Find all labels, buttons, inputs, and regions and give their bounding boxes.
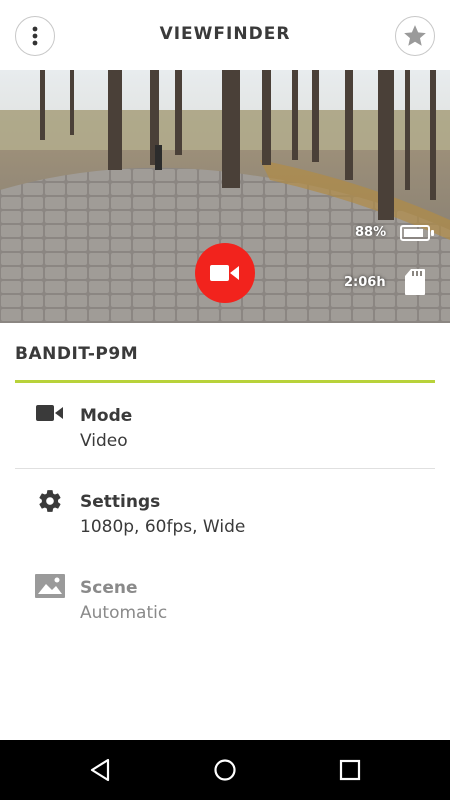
mode-value: Video	[80, 431, 128, 451]
record-button[interactable]	[195, 243, 255, 303]
mode-label: Mode	[80, 406, 133, 426]
system-nav-bar	[0, 740, 450, 800]
mode-row[interactable]: Mode Video	[0, 388, 450, 468]
record-time-remaining: 2:06h	[344, 275, 386, 290]
viewfinder-preview[interactable]: 88% 2:06h	[0, 70, 450, 323]
settings-value: 1080p, 60fps, Wide	[80, 517, 246, 537]
gear-icon	[39, 490, 61, 512]
app-header: VIEWFINDER	[0, 0, 450, 70]
scene-label: Scene	[80, 578, 138, 598]
battery-icon	[400, 225, 434, 241]
back-button[interactable]	[84, 754, 116, 786]
scene-row[interactable]: Scene Automatic	[0, 560, 450, 640]
star-icon	[404, 25, 426, 46]
page-title: VIEWFINDER	[159, 24, 291, 44]
accent-divider	[15, 380, 435, 383]
videocam-icon	[210, 265, 239, 281]
image-icon	[35, 574, 65, 598]
row-divider	[15, 468, 435, 469]
camera-name: BANDIT-P9M	[15, 344, 139, 364]
battery-level-fill	[404, 229, 424, 237]
back-icon	[90, 758, 110, 782]
settings-label: Settings	[80, 492, 161, 512]
videocam-icon	[36, 405, 63, 421]
settings-row[interactable]: Settings 1080p, 60fps, Wide	[0, 474, 450, 554]
scene-value: Automatic	[80, 603, 168, 623]
recents-button[interactable]	[334, 754, 366, 786]
home-button[interactable]	[209, 754, 241, 786]
home-icon	[214, 759, 236, 781]
recents-icon	[339, 759, 361, 781]
sd-card-icon	[405, 269, 425, 295]
battery-percent: 88%	[355, 225, 387, 240]
favorite-button[interactable]	[395, 16, 435, 56]
